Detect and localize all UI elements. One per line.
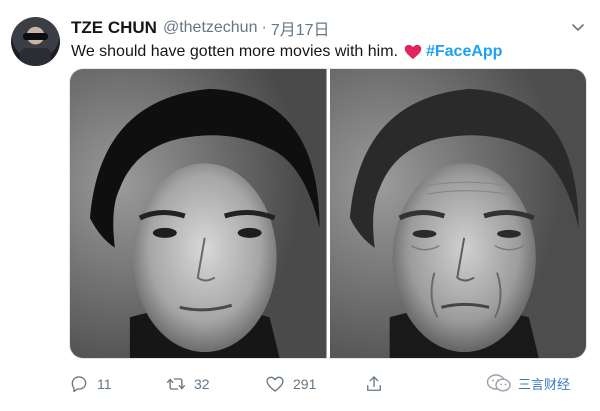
tweet-card[interactable]: TZE CHUN @thetzechun · 7月17日 We should h…: [0, 0, 600, 411]
retweet-button[interactable]: 32: [166, 374, 210, 394]
more-options-chevron-icon[interactable]: [569, 18, 587, 36]
avatar-glasses: [23, 33, 48, 40]
tweet-actions: 11 32 291: [69, 371, 399, 397]
tweet-timestamp[interactable]: 7月17日: [271, 16, 330, 40]
portrait-aged-image: [329, 69, 586, 358]
share-icon: [367, 376, 381, 391]
photo-young[interactable]: [70, 69, 327, 358]
retweet-icon: [167, 378, 185, 390]
heart-icon: [266, 376, 284, 392]
avatar[interactable]: [11, 17, 60, 66]
like-count: 291: [293, 376, 317, 392]
author-display-name[interactable]: TZE CHUN: [71, 18, 157, 38]
retweet-count: 32: [194, 376, 210, 392]
media-grid: [69, 68, 587, 359]
red-heart-icon: [404, 44, 422, 60]
avatar-body: [20, 48, 51, 66]
reply-icon: [71, 376, 87, 393]
reply-button[interactable]: 11: [69, 374, 112, 394]
watermark-text: 三言财经: [518, 377, 571, 393]
wechat-icon: [486, 374, 511, 392]
watermark: 三言财经: [486, 373, 570, 393]
photo-aged[interactable]: [329, 69, 586, 358]
header-separator: ·: [261, 19, 267, 36]
reply-count: 11: [97, 376, 112, 392]
author-handle[interactable]: @thetzechun: [163, 19, 258, 37]
like-button[interactable]: 291: [265, 374, 316, 394]
portrait-young-image: [70, 69, 327, 358]
tweet-header: TZE CHUN @thetzechun · 7月17日: [71, 16, 330, 40]
tweet-body-text: We should have gotten more movies with h…: [71, 43, 398, 60]
hashtag-link[interactable]: #FaceApp: [426, 40, 502, 64]
share-button[interactable]: [364, 374, 384, 394]
tweet-text: We should have gotten more movies with h…: [71, 40, 502, 64]
